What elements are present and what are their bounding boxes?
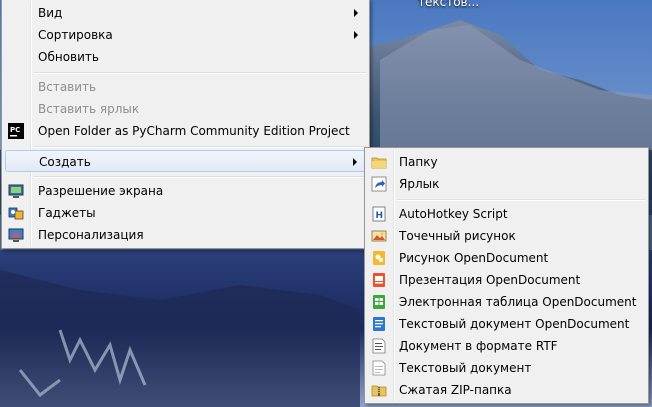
autohotkey-icon: H — [371, 206, 387, 222]
menu-item-open-pycharm[interactable]: PC Open Folder as PyCharm Community Edit… — [5, 120, 366, 142]
odt-icon — [371, 316, 387, 332]
submenu-item-label: Ярлык — [399, 177, 440, 191]
desktop-file-label[interactable]: текстов... — [418, 0, 479, 9]
pycharm-icon: PC — [8, 123, 24, 139]
submenu-item-bitmap[interactable]: Точечный рисунок — [368, 225, 645, 247]
shortcut-icon — [371, 176, 387, 192]
bitmap-icon — [371, 228, 387, 244]
menu-item-label: Обновить — [38, 50, 99, 64]
menu-item-refresh[interactable]: Обновить — [5, 46, 366, 68]
submenu-item-label: Рисунок OpenDocument — [399, 251, 549, 265]
menu-item-create[interactable]: Создать — [5, 150, 366, 172]
menu-item-paste-shortcut[interactable]: Вставить ярлык — [5, 98, 366, 120]
submenu-item-label: Точечный рисунок — [399, 229, 516, 243]
menu-item-label: Сортировка — [38, 28, 113, 42]
submenu-item-odp[interactable]: Презентация OpenDocument — [368, 269, 645, 291]
svg-text:H: H — [376, 211, 384, 221]
menu-item-personalization[interactable]: Персонализация — [5, 224, 366, 246]
desktop-context-menu: Вид Сортировка Обновить Вставить Вставит… — [1, 0, 370, 249]
menu-item-screen-resolution[interactable]: Разрешение экрана — [5, 180, 366, 202]
submenu-arrow-icon — [354, 9, 358, 17]
submenu-item-txt[interactable]: Текстовый документ — [368, 357, 645, 379]
menu-item-label: Разрешение экрана — [38, 184, 164, 198]
menu-item-label: Создать — [39, 155, 91, 169]
menu-item-label: Вставить — [38, 80, 97, 94]
menu-item-gadgets[interactable]: Гаджеты — [5, 202, 366, 224]
submenu-item-label: AutoHotkey Script — [399, 207, 508, 221]
menu-separator — [34, 176, 366, 178]
personalization-icon — [8, 227, 24, 243]
screen-resolution-icon — [8, 183, 24, 199]
svg-text:PC: PC — [10, 126, 20, 134]
submenu-item-label: Текстовый документ — [399, 361, 532, 375]
menu-separator — [34, 72, 366, 74]
submenu-item-label: Электронная таблица OpenDocument — [399, 295, 637, 309]
submenu-item-label: Презентация OpenDocument — [399, 273, 581, 287]
menu-item-sort[interactable]: Сортировка — [5, 24, 366, 46]
zip-folder-icon — [371, 382, 387, 398]
submenu-item-label: Документ в формате RTF — [399, 339, 558, 353]
gadgets-icon — [8, 205, 24, 221]
folder-icon — [371, 154, 387, 170]
txt-icon — [371, 360, 387, 376]
menu-item-label: Open Folder as PyCharm Community Edition… — [38, 124, 350, 138]
submenu-item-rtf[interactable]: Документ в формате RTF — [368, 335, 645, 357]
create-submenu: Папку Ярлык H AutoHotkey Script Точечный… — [364, 147, 649, 404]
rtf-icon — [371, 338, 387, 354]
submenu-item-autohotkey-script[interactable]: H AutoHotkey Script — [368, 203, 645, 225]
submenu-item-odt[interactable]: Текстовый документ OpenDocument — [368, 313, 645, 335]
submenu-item-label: Папку — [399, 155, 438, 169]
menu-item-label: Вид — [38, 6, 63, 20]
odp-icon — [371, 272, 387, 288]
menu-item-paste[interactable]: Вставить — [5, 76, 366, 98]
submenu-item-folder[interactable]: Папку — [368, 151, 645, 173]
menu-item-label: Вставить ярлык — [38, 102, 140, 116]
submenu-item-odg[interactable]: Рисунок OpenDocument — [368, 247, 645, 269]
submenu-item-shortcut[interactable]: Ярлык — [368, 173, 645, 195]
submenu-arrow-icon — [354, 31, 358, 39]
menu-item-view[interactable]: Вид — [5, 2, 366, 24]
submenu-item-zip-folder[interactable]: Сжатая ZIP-папка — [368, 379, 645, 401]
menu-item-label: Персонализация — [38, 228, 144, 242]
menu-item-label: Гаджеты — [38, 206, 96, 220]
submenu-arrow-icon — [353, 158, 357, 166]
ods-icon — [371, 294, 387, 310]
submenu-item-label: Текстовый документ OpenDocument — [399, 317, 630, 331]
odg-icon — [371, 250, 387, 266]
menu-separator — [34, 146, 366, 148]
menu-separator — [397, 199, 645, 201]
submenu-item-label: Сжатая ZIP-папка — [399, 383, 512, 397]
submenu-item-ods[interactable]: Электронная таблица OpenDocument — [368, 291, 645, 313]
